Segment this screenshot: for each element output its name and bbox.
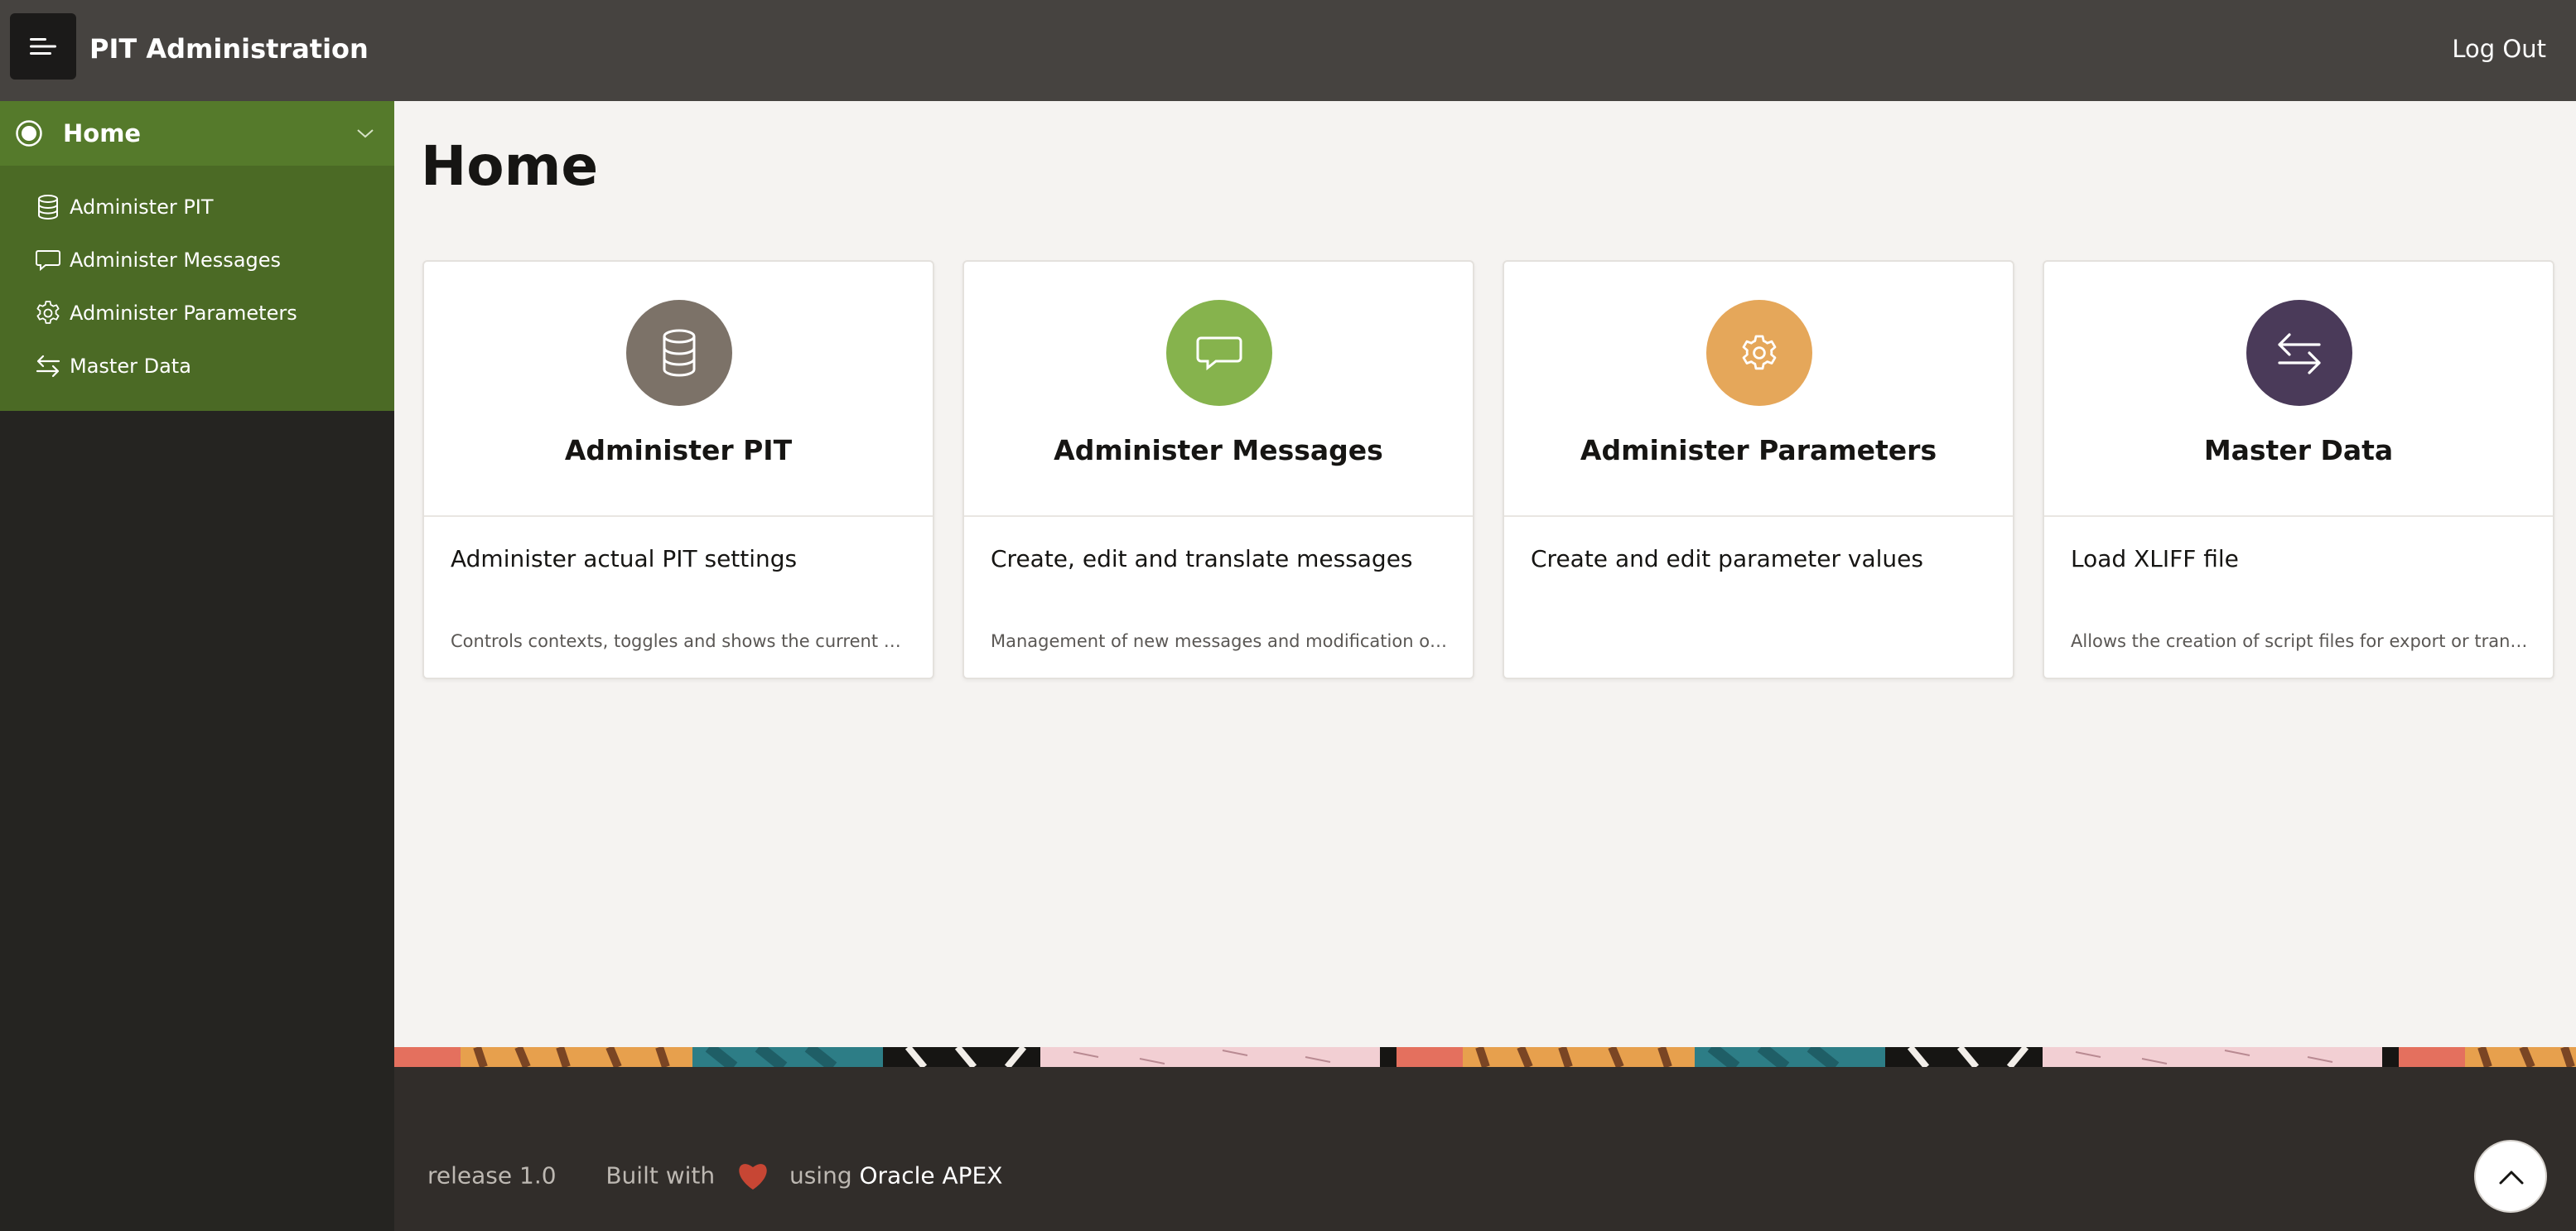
card-title: Administer PIT <box>564 434 793 466</box>
card-icon-badge <box>626 300 732 406</box>
card-subtitle: Create, edit and translate messages <box>991 545 1413 572</box>
card-master-data[interactable]: Master Data Load XLIFF file Allows the c… <box>2043 260 2554 679</box>
chevron-down-icon[interactable] <box>356 126 374 141</box>
heart-icon <box>739 1164 767 1190</box>
sidebar-item-home[interactable]: Home <box>0 101 394 166</box>
card-title: Administer Parameters <box>1580 434 1937 466</box>
chevron-up-icon <box>2499 1171 2524 1185</box>
speech-bubble-icon <box>36 250 60 272</box>
sidebar-item-administer-parameters[interactable]: Administer Parameters <box>0 287 394 340</box>
menu-toggle-button[interactable] <box>10 13 76 80</box>
sidebar-item-administer-messages[interactable]: Administer Messages <box>0 234 394 287</box>
card-subtitle: Administer actual PIT settings <box>451 545 798 572</box>
release-label: release 1.0 <box>427 1161 557 1190</box>
arrows-exchange-icon <box>2278 333 2321 374</box>
top-navigation-bar: PIT Administration Log Out <box>0 0 2576 101</box>
card-icon-badge <box>1706 300 1812 406</box>
sidebar-item-label: Administer PIT <box>70 196 214 219</box>
scroll-to-top-button[interactable] <box>2474 1140 2547 1213</box>
gear-icon <box>1742 335 1777 370</box>
decorative-pattern-band <box>394 1047 2576 1067</box>
built-with-label: Built with <box>605 1161 716 1190</box>
hamburger-menu-icon <box>30 38 56 55</box>
sidebar-home-label: Home <box>63 119 142 147</box>
radio-dot-icon <box>16 120 42 147</box>
sidebar-nav-group: Home Administer PIT Administer Messages <box>0 101 394 411</box>
logout-link[interactable]: Log Out <box>2452 0 2546 98</box>
sidebar-item-label: Administer Messages <box>70 249 282 272</box>
sidebar-item-label: Master Data <box>70 355 191 378</box>
database-icon <box>663 329 696 377</box>
card-administer-pit[interactable]: Administer PIT Administer actual PIT set… <box>422 260 934 679</box>
footer-credits: release 1.0 Built with using Oracle APEX <box>427 1160 1002 1191</box>
card-administer-parameters[interactable]: Administer Parameters Create and edit pa… <box>1503 260 2014 679</box>
using-label: using <box>789 1161 852 1190</box>
oracle-apex-link[interactable]: Oracle APEX <box>860 1162 1003 1190</box>
app-title[interactable]: PIT Administration <box>89 0 369 98</box>
card-description: Management of new messages and modificat… <box>991 631 1448 651</box>
card-title: Administer Messages <box>1054 434 1383 466</box>
card-subtitle: Load XLIFF file <box>2071 545 2239 572</box>
card-title: Master Data <box>2203 434 2394 466</box>
card-administer-messages[interactable]: Administer Messages Create, edit and tra… <box>962 260 1474 679</box>
card-description: Controls contexts, toggles and shows the… <box>451 631 908 651</box>
footer: release 1.0 Built with using Oracle APEX <box>394 1067 2576 1231</box>
page-title: Home <box>421 134 599 198</box>
sidebar-item-label: Administer Parameters <box>70 302 297 325</box>
gear-icon <box>36 301 60 324</box>
card-icon-badge <box>1166 300 1272 406</box>
card-subtitle: Create and edit parameter values <box>1531 545 1923 572</box>
card-description: Allows the creation of script files for … <box>2071 631 2528 651</box>
database-icon <box>38 195 58 220</box>
speech-bubble-icon <box>1196 336 1242 371</box>
main-content: Home Administer PIT Administer actual PI… <box>394 101 2576 1047</box>
sidebar-item-master-data[interactable]: Master Data <box>0 340 394 393</box>
sidebar-item-administer-pit[interactable]: Administer PIT <box>0 181 394 234</box>
card-icon-badge <box>2246 300 2352 406</box>
sidebar: Home Administer PIT Administer Messages <box>0 101 394 1231</box>
arrows-exchange-icon <box>36 355 60 378</box>
